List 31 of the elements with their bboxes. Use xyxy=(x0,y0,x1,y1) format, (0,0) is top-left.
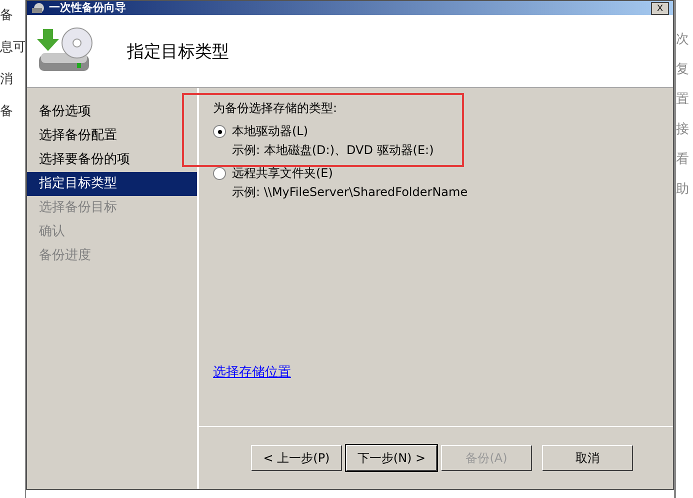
background-text: 置 xyxy=(676,91,690,108)
wizard-step: 选择备份目标 xyxy=(27,196,197,220)
example-text: 示例: \\MyFileServer\SharedFolderName xyxy=(231,184,469,201)
background-text: 消 xyxy=(0,71,14,88)
wizard-step: 备份进度 xyxy=(27,244,197,268)
page-heading: 指定目标类型 xyxy=(127,40,229,62)
background-text: 看 xyxy=(676,151,690,168)
wizard-step: 备份选项 xyxy=(27,100,197,124)
background-text: 次 xyxy=(676,31,690,48)
background-text: 复 xyxy=(676,61,690,78)
window-title: 一次性备份向导 xyxy=(49,2,126,14)
radio-button[interactable] xyxy=(213,125,226,138)
option-label: 远程共享文件夹(E) xyxy=(232,165,333,182)
close-button[interactable]: X xyxy=(651,2,669,14)
background-text: 备 xyxy=(0,7,14,24)
wizard-button[interactable]: 取消 xyxy=(542,445,633,471)
option-label: 本地驱动器(L) xyxy=(232,123,308,140)
prompt-text: 为备份选择存储的类型: xyxy=(213,100,338,117)
background-text: 备 xyxy=(0,103,14,120)
backup-icon xyxy=(31,2,45,14)
wizard-step: 确认 xyxy=(27,220,197,244)
storage-location-link[interactable]: 选择存储位置 xyxy=(213,363,291,381)
wizard-button[interactable]: < 上一步(P) xyxy=(251,445,342,471)
background-text: 助 xyxy=(676,181,690,198)
radio-button[interactable] xyxy=(213,167,226,180)
wizard-step: 选择要备份的项 xyxy=(27,148,197,172)
wizard-button[interactable]: 下一步(N) > xyxy=(346,445,437,471)
background-text: 接 xyxy=(676,121,690,138)
wizard-step: 选择备份配置 xyxy=(27,124,197,148)
example-text: 示例: 本地磁盘(D:)、DVD 驱动器(E:) xyxy=(231,142,435,159)
wizard-step: 指定目标类型 xyxy=(27,172,197,196)
